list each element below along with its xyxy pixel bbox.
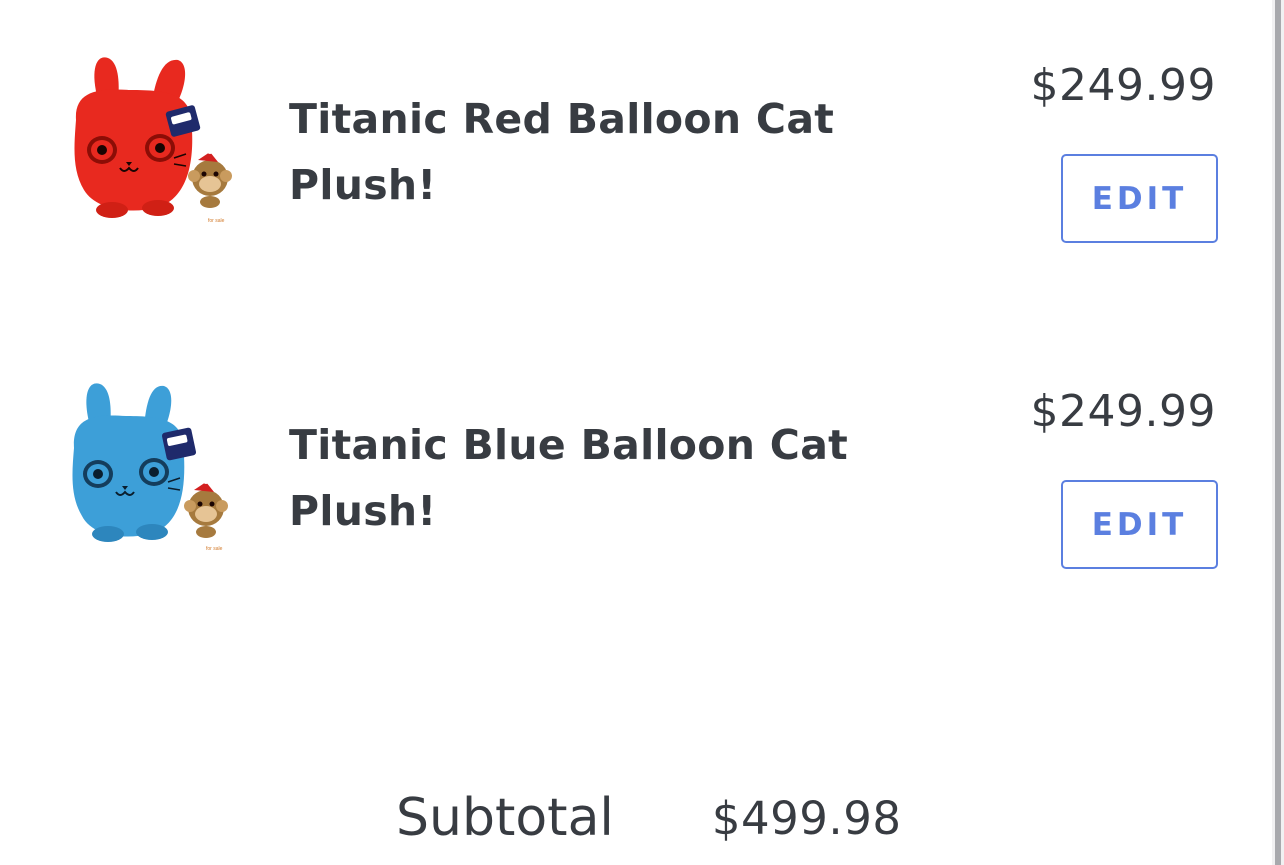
scrollbar[interactable] [1272,0,1284,865]
red-balloon-cat-plush-icon[interactable]: for sale [60,50,245,225]
cart-item: for sale Titanic Red Balloon Cat Plush! … [0,40,1260,243]
item-price: $249.99 [1030,60,1216,111]
subtotal-row: Subtotal $499.98 [396,783,901,853]
scrollbar-thumb[interactable] [1275,0,1281,865]
subtotal-value: $499.98 [711,791,902,845]
cart-page: for sale Titanic Red Balloon Cat Plush! … [0,0,1284,865]
blue-balloon-cat-plush-icon[interactable]: for sale [60,376,245,551]
subtotal-label: Subtotal [396,788,614,848]
svg-text:for sale: for sale [208,218,225,224]
cart-item: for sale Titanic Blue Balloon Cat Plush!… [0,366,1260,569]
item-price: $249.99 [1030,386,1216,437]
edit-button[interactable]: EDIT [1061,480,1218,569]
product-title[interactable]: Titanic Blue Balloon Cat Plush! [289,412,889,544]
edit-button[interactable]: EDIT [1061,154,1218,243]
product-title[interactable]: Titanic Red Balloon Cat Plush! [289,86,889,218]
svg-text:for sale: for sale [206,546,223,551]
